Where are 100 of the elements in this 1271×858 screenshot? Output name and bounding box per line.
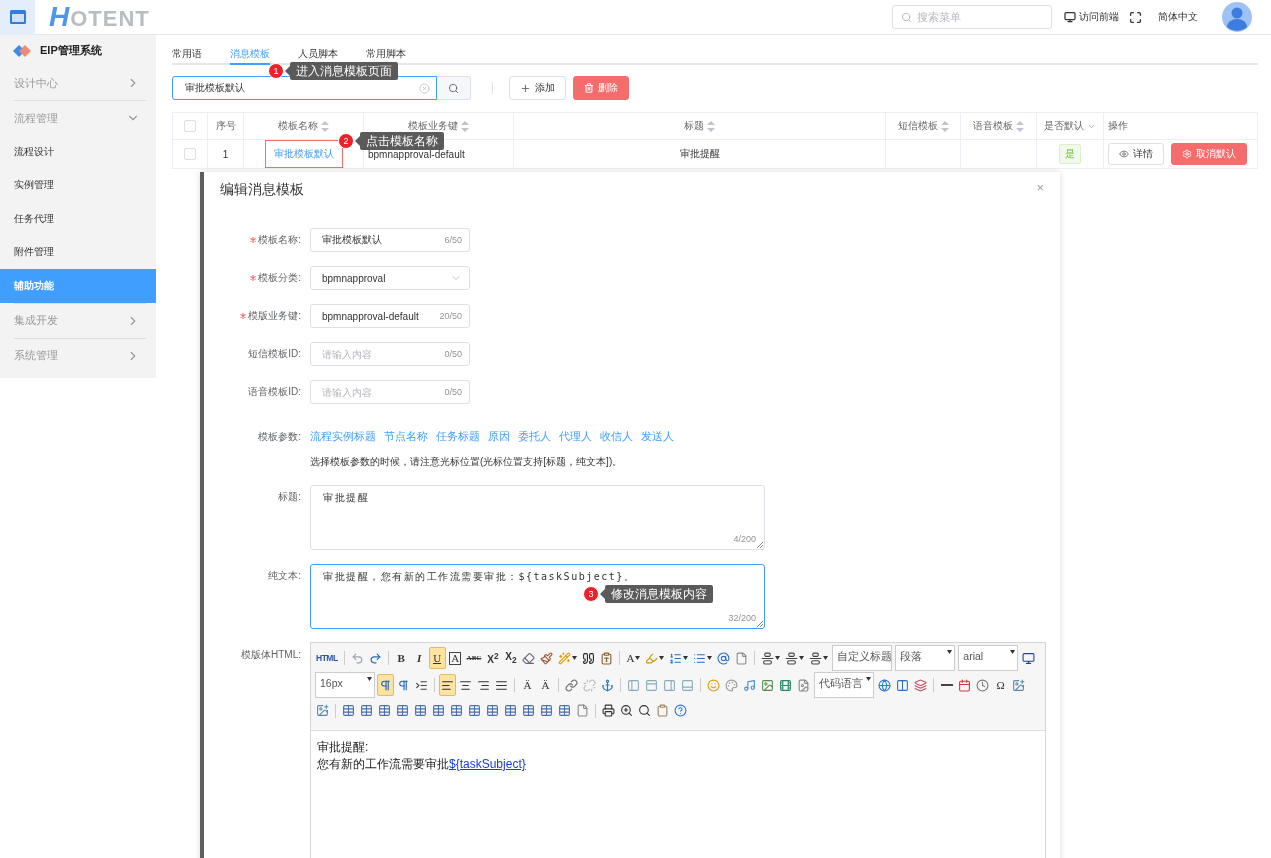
select-all-checkbox[interactable] (184, 120, 196, 132)
tab[interactable]: 人员脚本 (298, 45, 338, 65)
menu-item[interactable]: 实例管理 (0, 168, 156, 202)
variable-link[interactable]: ${taskSubject} (449, 757, 526, 771)
toolbar-button[interactable]: Ω (992, 674, 1009, 696)
trash-icon (584, 83, 594, 93)
list-icon (693, 651, 707, 665)
table-icon (468, 704, 481, 717)
paragraph-button[interactable] (377, 674, 394, 696)
panel-bottom-icon (681, 678, 694, 692)
toolbar-select[interactable]: 自定义标题 (832, 645, 893, 671)
panel-right-icon (663, 678, 676, 692)
resize-handle-icon[interactable] (756, 620, 763, 627)
resize-handle-icon[interactable] (756, 541, 763, 548)
tooltip-pointer (600, 589, 605, 599)
line-spacing-icon (761, 651, 775, 665)
field-label: 纯文本: (267, 569, 301, 583)
add-button[interactable]: 添加 (509, 76, 566, 100)
brush-icon (540, 651, 554, 665)
select-box[interactable]: bpmnapproval (310, 266, 470, 290)
align-center-icon (459, 678, 472, 692)
details-button[interactable]: 详情 (1108, 143, 1164, 165)
avatar[interactable] (1222, 2, 1252, 32)
toolbar-button[interactable]: A (446, 647, 464, 669)
highlighter-icon (645, 651, 659, 665)
link-icon (565, 678, 578, 692)
search-box[interactable]: 审批模板默认 (172, 76, 437, 100)
table-icon (414, 704, 427, 717)
clock-icon (976, 678, 989, 692)
column-header: 短信模板 (897, 119, 938, 133)
tab[interactable]: 常用脚本 (366, 45, 406, 65)
toolbar-select[interactable]: arial (958, 645, 1019, 671)
column-header: 模板名称 (278, 119, 318, 133)
image-plus-icon (316, 704, 329, 717)
horizontal-line-icon (940, 684, 953, 686)
system-title: EIP管理系统 (40, 43, 102, 58)
row-checkbox[interactable] (184, 148, 196, 160)
required-icon (250, 237, 257, 243)
menu-item[interactable]: 流程设计 (0, 135, 156, 169)
param-hint: 选择模板参数的时候，请注意光标位置(光标位置支持[标题，纯文本])。 (310, 455, 624, 469)
align-left-button[interactable] (439, 674, 456, 696)
search-icon (448, 82, 459, 94)
toolbar-button[interactable]: B (392, 647, 410, 669)
toolbar-button[interactable]: U (428, 647, 446, 669)
window-icon (9, 10, 26, 24)
step-badge: 1 (268, 63, 284, 79)
tab[interactable]: 常用语 (172, 45, 202, 65)
toolbar-button[interactable]: X$_{2}$ (502, 647, 520, 669)
toolbar-button[interactable]: X$^{2}$ (484, 647, 502, 669)
toolbar-button[interactable]: Ä (519, 674, 536, 696)
table-icon (432, 704, 445, 717)
dialog-title: 编辑消息模板 (220, 181, 304, 199)
calendar-icon (958, 678, 971, 692)
input-box[interactable]: 审批模板默认 6/50 (310, 228, 470, 252)
zoom-icon (620, 704, 633, 717)
menu-toggle-button[interactable] (0, 0, 35, 35)
wand-icon (558, 651, 572, 665)
char-count: 32/200 (728, 613, 756, 623)
caret-icon (1010, 650, 1016, 654)
file-image-icon (797, 678, 810, 692)
unlink-icon (583, 678, 596, 692)
toolbar-button[interactable]: HTML (314, 647, 340, 669)
caret-icon (367, 677, 372, 681)
toolbar-select[interactable]: 16px (315, 672, 375, 698)
at-sign-icon (717, 651, 731, 665)
table-icon (396, 704, 409, 717)
layers-icon (914, 678, 927, 692)
align-justify-icon (495, 678, 508, 692)
toolbar-button[interactable]: A (624, 647, 643, 669)
menu-item[interactable]: 任务代理 (0, 202, 156, 236)
column-header: 操作 (1108, 119, 1128, 133)
menu-search-field[interactable]: 搜索菜单 (892, 5, 1052, 29)
required-icon (240, 313, 247, 319)
menu-item[interactable]: 附件管理 (0, 235, 156, 269)
toolbar-select[interactable]: 代码语言 (814, 672, 874, 698)
fullscreen-icon[interactable] (1129, 10, 1142, 24)
char-count: 20/50 (439, 311, 462, 321)
search-icon (638, 704, 651, 717)
caret-icon (947, 650, 953, 654)
toolbar-button[interactable]: Ä (537, 674, 554, 696)
align-left-icon (441, 678, 454, 692)
input-box[interactable]: bpmnapproval-default 20/50 (310, 304, 470, 328)
front-end-link[interactable]: 访问前端 (1064, 10, 1119, 24)
field-label: 模板分类: (204, 271, 301, 285)
line-spacing-icon (809, 651, 823, 665)
columns-icon (896, 678, 909, 692)
table-icon (378, 704, 391, 717)
tooltip-pointer (355, 136, 360, 146)
globe-icon (878, 678, 891, 692)
panel-left-icon (627, 678, 640, 692)
quote-icon (582, 651, 596, 665)
toolbar-button[interactable]: I (410, 647, 428, 669)
text-area-box[interactable]: 审批提醒 4/200 (310, 485, 765, 550)
field-label: 语音模板ID: (247, 385, 301, 399)
editor-text: 您有新的工作流需要审批${taskSubject} (317, 756, 527, 773)
printer-icon (602, 704, 615, 717)
toolbar-select[interactable]: 段落 (895, 645, 956, 671)
line-spacing-icon (785, 651, 799, 665)
char-count: 0/50 (444, 349, 462, 359)
align-right-icon (477, 678, 490, 692)
